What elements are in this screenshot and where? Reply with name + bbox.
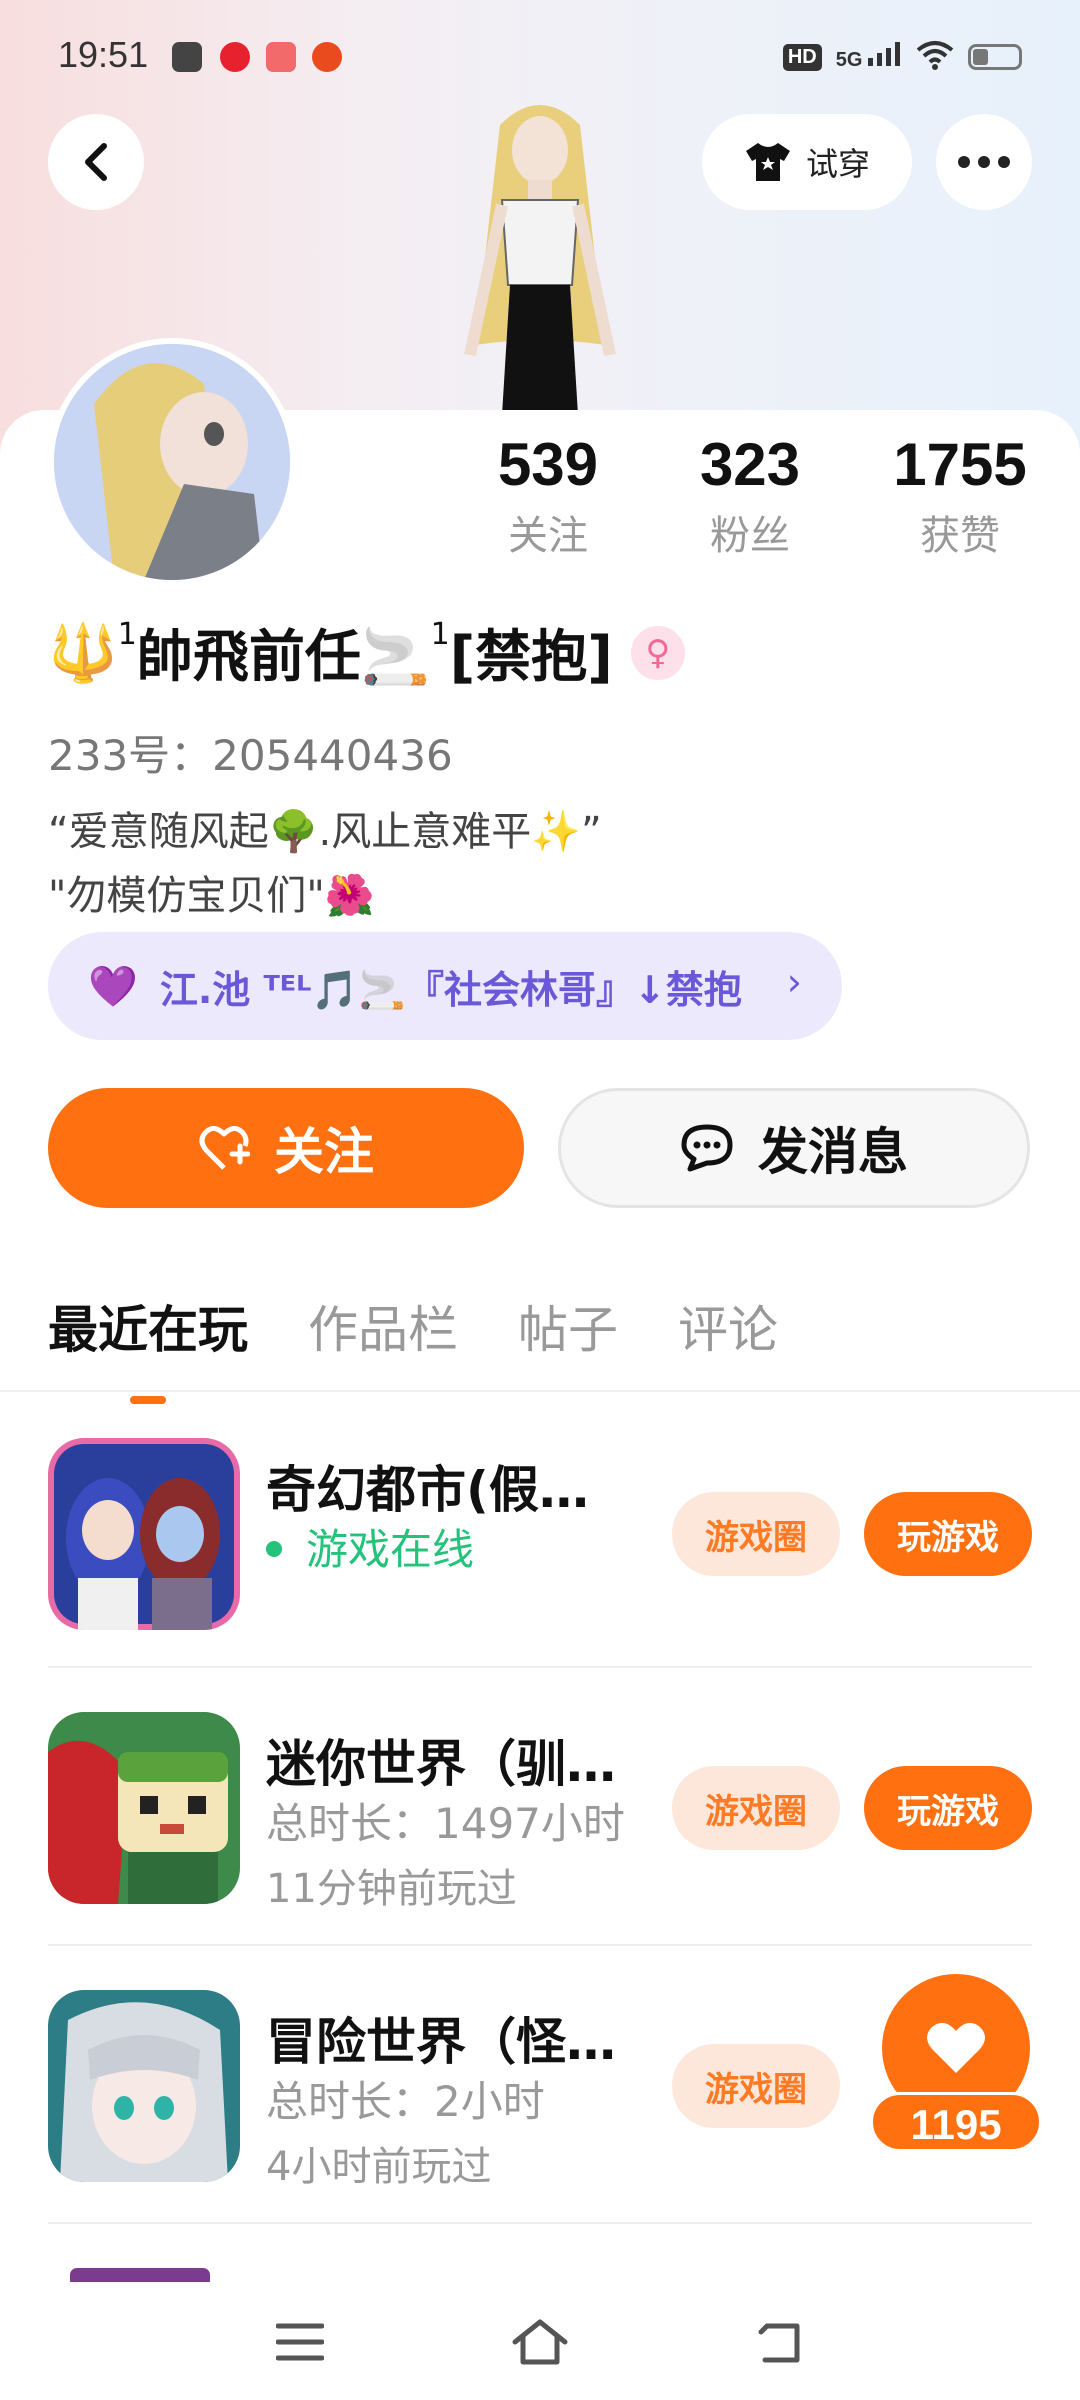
game-title: 奇幻都市(假… <box>266 1461 589 1519</box>
notification-app-icon <box>172 42 202 72</box>
tabs-divider <box>0 1390 1080 1392</box>
followers-count: 323 <box>699 431 801 498</box>
system-icons: HD 5G <box>782 40 1022 74</box>
female-icon: ♀ <box>630 625 685 680</box>
system-navigation-bar <box>0 2286 1080 2400</box>
battery-icon <box>968 44 1022 70</box>
following-label: 关注 <box>508 513 588 559</box>
stat-likes[interactable]: 1755 获赞 <box>880 430 1040 561</box>
name-main: 帥飛前任🚬 <box>136 625 431 690</box>
game-title: 冒险世界（怪… <box>266 2013 616 2071</box>
status-bar: 19:51 HD 5G <box>0 0 1080 110</box>
stat-followers[interactable]: 323 粉丝 <box>680 430 820 561</box>
return-icon <box>758 2323 800 2363</box>
more-options-button[interactable] <box>936 114 1032 210</box>
group-label: 江.池 ᵀᴱᴸ🎵🚬『社会林哥』↓禁抱 <box>159 967 742 1012</box>
tab-recently-played[interactable]: 最近在玩 <box>48 1290 248 1404</box>
group-badge[interactable]: 💜 江.池 ᵀᴱᴸ🎵🚬『社会林哥』↓禁抱 › <box>48 932 842 1040</box>
follow-button[interactable]: 关注 <box>48 1088 524 1208</box>
avatar[interactable] <box>48 338 296 586</box>
game-title: 迷你世界（驯… <box>266 1735 616 1793</box>
tshirt-icon <box>745 143 790 181</box>
status-time: 19:51 <box>58 34 149 75</box>
play-game-button[interactable]: 玩游戏 <box>864 1492 1032 1576</box>
following-count: 539 <box>497 431 599 498</box>
menu-icon <box>276 2323 324 2361</box>
game-icon <box>48 1990 240 2182</box>
bio-line: "勿模仿宝贝们"🌺 <box>48 873 375 919</box>
next-game-icon-peek <box>70 2268 210 2282</box>
menu-button[interactable] <box>270 2312 330 2372</box>
stat-following[interactable]: 539 关注 <box>478 430 618 561</box>
list-divider <box>48 2222 1032 2224</box>
last-played: 11分钟前玩过 <box>266 1866 517 1912</box>
name-superscript: 1 <box>430 617 450 652</box>
name-suffix: [禁抱] <box>449 625 613 690</box>
game-circle-button[interactable]: 游戏圈 <box>672 1492 840 1576</box>
list-item[interactable]: 奇幻都市(假… 游戏在线 游戏圈 玩游戏 <box>48 1406 1032 1646</box>
likes-label: 获赞 <box>920 513 1000 559</box>
heart-plus-icon <box>199 1126 250 1170</box>
chat-bubble-icon <box>681 1124 733 1172</box>
game-icon <box>48 1712 240 1904</box>
follow-label: 关注 <box>274 1123 374 1181</box>
tab-comments[interactable]: 评论 <box>678 1290 778 1362</box>
heart-icon <box>927 2022 985 2073</box>
message-label: 发消息 <box>758 1123 908 1181</box>
wifi-icon <box>916 40 954 74</box>
home-button[interactable] <box>510 2312 570 2372</box>
tab-works[interactable]: 作品栏 <box>308 1290 458 1362</box>
try-on-button[interactable]: 试穿 <box>702 114 912 210</box>
message-button[interactable]: 发消息 <box>558 1088 1030 1208</box>
online-status: 游戏在线 <box>266 1516 474 1577</box>
followers-label: 粉丝 <box>710 513 790 559</box>
notification-app-icon <box>266 42 296 72</box>
game-circle-button[interactable]: 游戏圈 <box>672 1766 840 1850</box>
try-on-label: 试穿 <box>805 145 870 183</box>
signal-icon: 5G <box>836 42 902 72</box>
like-button[interactable]: 1195 <box>870 1974 1042 2154</box>
name-superscript: 1 <box>117 617 137 652</box>
back-button[interactable] <box>48 114 144 210</box>
bio-line: “爱意随风起🌳.风止意难平✨” <box>48 809 602 855</box>
bio: “爱意随风起🌳.风止意难平✨” "勿模仿宝贝们"🌺 <box>48 800 602 928</box>
character-avatar-figure <box>430 95 650 415</box>
game-circle-button[interactable]: 游戏圈 <box>672 2044 840 2128</box>
notification-app-icon <box>312 42 342 72</box>
list-item[interactable]: 迷你世界（驯… 总时长：1497小时 11分钟前玩过 游戏圈 玩游戏 <box>48 1680 1032 1920</box>
like-count: 1195 <box>870 2092 1042 2152</box>
likes-count: 1755 <box>893 431 1027 498</box>
list-divider <box>48 1944 1032 1946</box>
total-playtime: 总时长：2小时 <box>266 2077 545 2126</box>
tab-posts[interactable]: 帖子 <box>518 1290 618 1362</box>
home-icon <box>512 2319 568 2365</box>
heart-icon: 💜 <box>88 963 138 1010</box>
back-arrow-icon <box>85 143 107 181</box>
hd-icon: HD <box>782 43 822 71</box>
chevron-right-icon: › <box>786 960 802 1004</box>
more-icon <box>958 156 1010 168</box>
game-icon <box>48 1438 240 1630</box>
list-divider <box>48 1666 1032 1668</box>
notification-app-icon <box>220 42 250 72</box>
profile-name: 🔱 1 帥飛前任🚬 1 [禁抱] ♀ <box>48 612 685 693</box>
user-id[interactable]: 233号：205440436 <box>48 722 453 783</box>
name-prefix: 🔱 <box>48 620 118 686</box>
total-playtime: 总时长：1497小时 <box>266 1799 625 1848</box>
last-played: 4小时前玩过 <box>266 2144 492 2190</box>
profile-tabs: 最近在玩 作品栏 帖子 评论 <box>48 1290 778 1404</box>
back-nav-button[interactable] <box>750 2312 810 2372</box>
play-game-button[interactable]: 玩游戏 <box>864 1766 1032 1850</box>
